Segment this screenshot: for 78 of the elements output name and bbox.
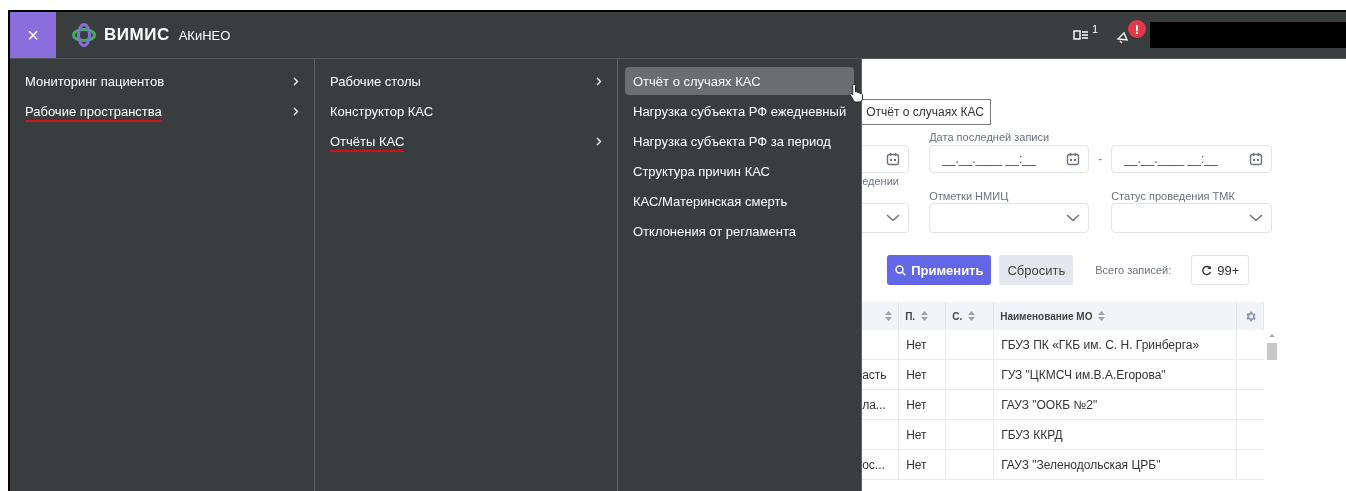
apply-button[interactable]: Применить (887, 255, 992, 285)
menu-item[interactable]: Нагрузка субъекта РФ за период (625, 127, 855, 155)
table-cell: Нет (899, 390, 947, 420)
sort-icon[interactable] (968, 311, 976, 321)
menu-item[interactable]: Структура причин КАС (625, 157, 855, 185)
table-cell: Нет (899, 450, 947, 480)
alert-badge: ! (1128, 20, 1146, 38)
table-cell (946, 330, 995, 360)
menu-item-label: Нагрузка субъекта РФ за период (633, 133, 831, 149)
task-count: 1 (1091, 23, 1098, 35)
table-cell (862, 330, 900, 360)
menu-item-label: Рабочие пространства (25, 103, 162, 122)
menu-item-label: Рабочие столы (330, 73, 421, 89)
menu-item-label: Мониторинг пациентов (25, 73, 165, 89)
table-cell: ос... (862, 450, 900, 480)
date-field[interactable]: __.__.____ __:__ (1111, 145, 1273, 173)
menu-item[interactable]: Нагрузка субъекта РФ ежедневный (625, 97, 855, 125)
table-cell: асть (862, 360, 900, 390)
table-cell: Нет (899, 420, 947, 450)
select-field[interactable] (862, 203, 910, 233)
menu-item[interactable]: КАС/Материнская смерть (625, 187, 855, 215)
field-label: едении (862, 175, 900, 187)
menu-item[interactable]: Отчёт о случаях КАС (625, 67, 855, 95)
table-cell: ГУЗ "ЦКМСЧ им.В.А.Егорова" (994, 360, 1238, 390)
search-icon (895, 264, 907, 276)
select-field[interactable] (929, 203, 1090, 233)
field-label: Статус проведения ТМК (1111, 190, 1236, 202)
menu-item[interactable]: Отклонения от регламента (625, 217, 855, 245)
range-separator: - (1097, 152, 1104, 166)
table-cell: ГАУЗ "ООКБ №2" (994, 390, 1238, 420)
column-header[interactable] (862, 302, 900, 330)
refresh-count-button[interactable]: 99+ (1191, 255, 1250, 285)
table-cell: Нет (899, 330, 947, 360)
table-cell: ла... (862, 390, 900, 420)
tooltip: Отчёт о случаях КАС (862, 99, 991, 125)
table-cell: ГАУЗ "Зеленодольская ЦРБ" (994, 450, 1238, 480)
product-name: АКиНЕО (178, 27, 231, 43)
table-cell: ГБУЗ ККРД (994, 420, 1238, 450)
menu-item[interactable]: Конструктор КАС (322, 97, 610, 125)
sort-icon[interactable] (885, 311, 893, 321)
menu-item[interactable]: Мониторинг пациентов (17, 67, 307, 95)
select-field[interactable] (1111, 203, 1273, 233)
menu-item[interactable]: Рабочие пространства (17, 97, 307, 125)
table-cell (862, 420, 900, 450)
calendar-icon[interactable] (886, 152, 901, 166)
menu-item-label: Нагрузка субъекта РФ ежедневный (633, 103, 847, 119)
menu-item-label: Структура причин КАС (633, 163, 770, 179)
field-label: Дата последней записи (929, 131, 1051, 143)
close-button[interactable]: × (10, 12, 56, 58)
table-cell: Нет (899, 360, 947, 390)
total-label: Всего записей: (1095, 264, 1172, 276)
calendar-icon[interactable] (1066, 152, 1081, 166)
menu-item-label: Отчёты КАС (330, 133, 405, 152)
table-cell: ГБУЗ ПК «ГКБ им. С. Н. Гринберга» (994, 330, 1238, 360)
menu-item-label: Отклонения от регламента (633, 223, 796, 239)
pointer-hand-icon (849, 83, 866, 103)
app-brand: ВИМИС (104, 25, 170, 45)
refresh-icon (1201, 264, 1213, 276)
calendar-icon[interactable] (1249, 152, 1264, 166)
date-field[interactable] (862, 145, 910, 173)
sort-icon[interactable] (921, 311, 929, 321)
menu-item[interactable]: Рабочие столы (322, 67, 610, 95)
column-header[interactable]: С. (946, 302, 995, 330)
column-header[interactable]: Наименование МО (994, 302, 1238, 330)
menu-item-label: Конструктор КАС (330, 103, 434, 119)
date-field[interactable]: __.__.____ __:__ (929, 145, 1090, 173)
chevron-down-icon[interactable] (1066, 214, 1081, 222)
logo-icon (72, 23, 96, 47)
list-icon[interactable] (1072, 29, 1089, 41)
sort-icon[interactable] (1098, 311, 1106, 321)
chevron-down-icon[interactable] (886, 214, 901, 222)
field-label: Отметки НМИЦ (929, 190, 1010, 202)
menu-item-label: Отчёт о случаях КАС (633, 73, 761, 89)
column-header[interactable]: П. (899, 302, 947, 330)
menu-item[interactable]: Отчёты КАС (322, 127, 610, 155)
chevron-down-icon[interactable] (1249, 214, 1264, 222)
menu-item-label: КАС/Материнская смерть (633, 193, 788, 209)
reset-button[interactable]: Сбросить (999, 255, 1074, 285)
